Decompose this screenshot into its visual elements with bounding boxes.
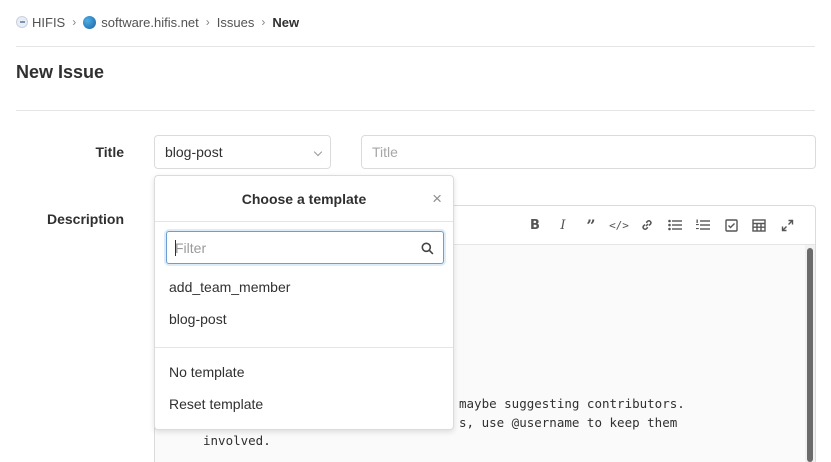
fullscreen-icon[interactable] — [773, 216, 801, 234]
no-template-option[interactable]: No template — [169, 364, 244, 380]
project-avatar-icon — [83, 15, 97, 29]
editor-line: maybe suggesting contributors. — [459, 396, 685, 411]
page-title: New Issue — [16, 62, 105, 82]
title-label: Title — [95, 144, 124, 160]
table-icon[interactable] — [745, 216, 773, 234]
breadcrumb-project[interactable]: software.hifis.net — [83, 15, 199, 30]
dropdown-title: Choose a template — [241, 191, 367, 207]
template-filter-field[interactable] — [166, 231, 444, 264]
editor-toolbar: B I ” </> — [521, 216, 801, 235]
chevron-right-icon: › — [72, 15, 77, 29]
link-icon[interactable] — [633, 216, 661, 234]
breadcrumb-current[interactable]: New — [272, 15, 299, 30]
bullet-list-icon[interactable] — [661, 216, 689, 234]
italic-icon[interactable]: I — [549, 216, 577, 234]
chevron-right-icon: › — [205, 15, 210, 29]
breadcrumb-org-label: HIFIS — [32, 14, 66, 30]
numbered-list-icon[interactable] — [689, 216, 717, 234]
template-select-value: blog-post — [165, 144, 223, 160]
title-input[interactable] — [361, 135, 816, 169]
template-select[interactable]: blog-post — [154, 135, 331, 169]
description-label: Description — [46, 211, 124, 227]
task-list-icon[interactable] — [717, 216, 745, 234]
editor-line: s, use @username to keep them — [459, 414, 678, 430]
template-dropdown: Choose a template × add_team_member blog… — [154, 175, 454, 430]
chevron-right-icon: › — [261, 15, 266, 29]
search-icon — [421, 242, 434, 260]
title-divider — [16, 110, 815, 111]
close-icon[interactable]: × — [432, 176, 442, 222]
template-option-add-team-member[interactable]: add_team_member — [169, 279, 290, 295]
dropdown-divider — [155, 347, 453, 348]
reset-template-option[interactable]: Reset template — [169, 396, 263, 412]
breadcrumb-org[interactable]: HIFIS — [16, 15, 65, 30]
quote-icon[interactable]: ” — [577, 216, 605, 235]
code-icon[interactable]: </> — [605, 216, 633, 234]
template-filter-input[interactable] — [167, 232, 407, 263]
breadcrumb-issues[interactable]: Issues — [217, 15, 255, 30]
dropdown-header: Choose a template × — [155, 176, 453, 222]
hifis-logo-icon — [16, 16, 28, 28]
breadcrumb: HIFIS › software.hifis.net › Issues › Ne… — [16, 13, 299, 31]
editor-line: involved. — [203, 433, 271, 448]
chevron-down-icon — [313, 147, 323, 157]
text-cursor — [175, 240, 176, 256]
bold-icon[interactable]: B — [521, 216, 549, 234]
template-option-blog-post[interactable]: blog-post — [169, 311, 227, 327]
header-divider — [16, 46, 815, 47]
editor-scrollbar-thumb[interactable] — [807, 248, 813, 462]
breadcrumb-project-label: software.hifis.net — [101, 14, 199, 30]
